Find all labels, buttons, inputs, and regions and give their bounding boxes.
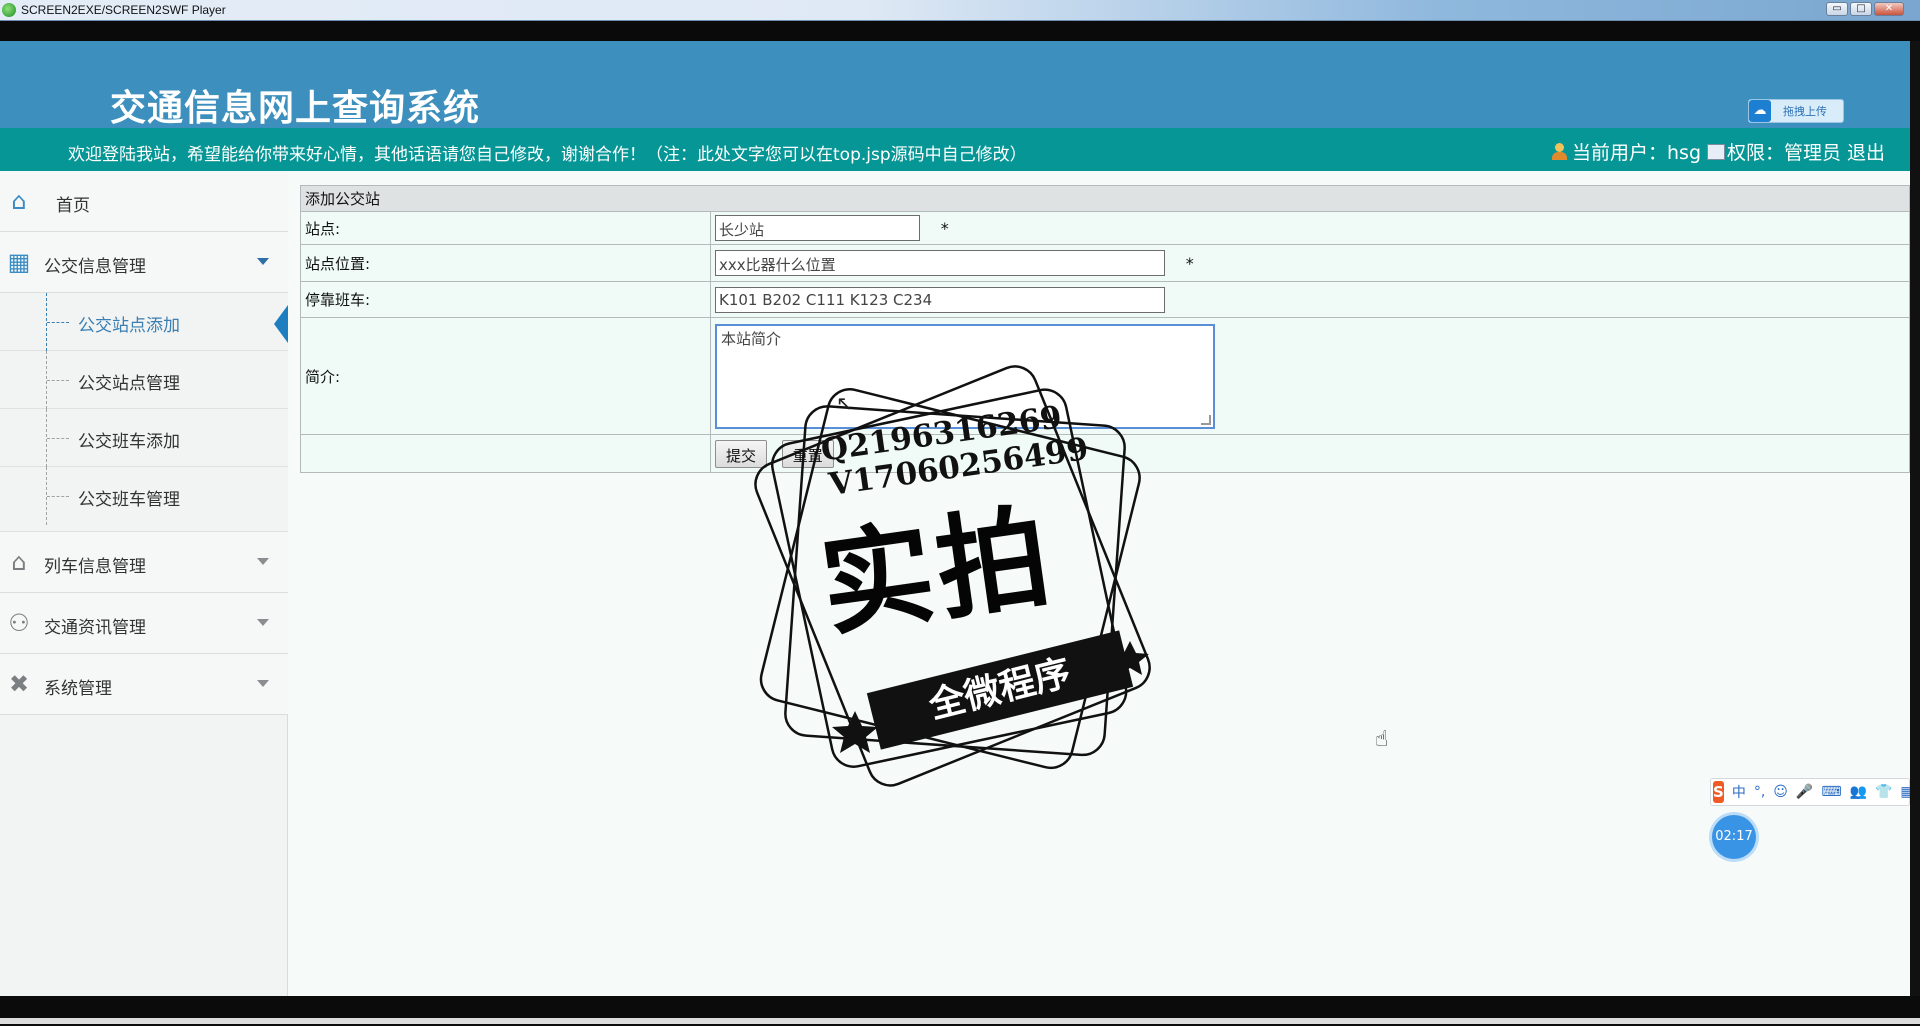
empty-cell — [300, 434, 711, 473]
ime-toolbar[interactable]: S 中 °, ☺ 🎤 ⌨ 👥 👕 ▦ — [1710, 778, 1914, 806]
app-viewport: 交通信息网上查询系统 欢迎登陆我站，希望能给你带来好心情，其他话语请您自己修改，… — [0, 41, 1910, 996]
player-frame-bottom — [0, 996, 1920, 1026]
sidebar-group-news[interactable]: ⚇ 交通资讯管理 — [0, 593, 288, 654]
minimize-button[interactable]: ▭ — [1826, 2, 1848, 16]
tree-branch — [47, 438, 69, 439]
sidebar-item-label: 公交班车添加 — [78, 432, 180, 452]
form-caption: 添加公交站 — [300, 185, 1910, 212]
player-app-icon — [2, 3, 16, 17]
main-content: 添加公交站 站点: 长少站 * 站点位置: xxx比器什么位置 * 停靠班车: — [288, 171, 1910, 996]
user-icon — [1550, 142, 1570, 161]
required-mark: * — [940, 218, 949, 238]
add-bus-station-form: 添加公交站 站点: 长少站 * 站点位置: xxx比器什么位置 * 停靠班车: — [300, 185, 1910, 473]
welcome-notice: 欢迎登陆我站，希望能给你带来好心情，其他话语请您自己修改，谢谢合作！（注：此处文… — [68, 145, 1027, 165]
sogou-logo-icon: S — [1713, 781, 1724, 803]
mouse-cursor-icon: ↖ — [836, 391, 853, 415]
chevron-down-icon — [257, 680, 269, 687]
close-button[interactable]: ✕ — [1874, 2, 1904, 16]
user-area: 当前用户：hsg 权限：管理员 退出 — [1550, 138, 1885, 165]
active-indicator — [274, 305, 288, 343]
sidebar-item-label: 公交站点添加 — [78, 316, 180, 336]
keyboard-icon[interactable]: ⌨ — [1821, 784, 1841, 800]
skin-icon[interactable]: 👕 — [1875, 784, 1892, 800]
sidebar-group-train[interactable]: ⌂ 列车信息管理 — [0, 532, 288, 593]
player-progress-track[interactable] — [0, 1018, 1920, 1024]
maximize-button[interactable]: □ — [1850, 2, 1872, 16]
wrench-icon: ✖ — [8, 670, 30, 698]
reset-button[interactable]: 重置 — [781, 439, 834, 468]
sidebar-item-bus-station-add[interactable]: 公交站点添加 — [0, 293, 288, 351]
home-icon: ⌂ — [11, 187, 27, 215]
emoji-icon[interactable]: ☺ — [1773, 784, 1788, 800]
sidebar-group-label: 公交信息管理 — [44, 257, 146, 277]
sidebar-group-label: 系统管理 — [44, 679, 112, 699]
notice-bar: 欢迎登陆我站，希望能给你带来好心情，其他话语请您自己修改，谢谢合作！（注：此处文… — [0, 128, 1910, 171]
house-icon: ⌂ — [11, 548, 27, 576]
sidebar-group-label: 列车信息管理 — [44, 557, 146, 577]
sidebar: ⌂ 首页 ▦ 公交信息管理 公交站点添加 公交站点管理 公交班车添加 公交班车管… — [0, 171, 288, 996]
tree-branch — [47, 380, 69, 381]
station-input[interactable]: 长少站 — [715, 215, 920, 241]
users-icon[interactable]: 👥 — [1850, 784, 1867, 800]
sidebar-item-label: 公交班车管理 — [78, 490, 180, 510]
player-titlebar: SCREEN2EXE/SCREEN2SWF Player ▭ □ ✕ — [0, 0, 1920, 21]
users-icon: ⚇ — [8, 609, 30, 637]
intro-label: 简介: — [300, 317, 711, 435]
ime-lang[interactable]: 中 — [1732, 782, 1746, 802]
current-user: 当前用户：hsg — [1572, 142, 1702, 164]
role-icon — [1707, 143, 1726, 160]
sidebar-item-label: 公交站点管理 — [78, 374, 180, 394]
drag-upload-widget[interactable]: ☁ 拖拽上传 — [1748, 99, 1844, 123]
microphone-icon[interactable]: 🎤 — [1796, 784, 1813, 800]
user-role: 权限：管理员 — [1727, 142, 1842, 164]
player-title: SCREEN2EXE/SCREEN2SWF Player — [21, 3, 226, 17]
sidebar-group-system[interactable]: ✖ 系统管理 — [0, 654, 288, 715]
grid-icon: ▦ — [7, 248, 31, 276]
buses-input[interactable]: K101 B202 C111 K123 C234 — [715, 286, 1165, 313]
sidebar-group-label: 交通资讯管理 — [44, 618, 146, 638]
system-title: 交通信息网上查询系统 — [110, 88, 481, 129]
sidebar-group-bus[interactable]: ▦ 公交信息管理 — [0, 232, 288, 293]
sidebar-item-bus-manage[interactable]: 公交班车管理 — [0, 467, 288, 532]
cloud-icon: ☁ — [1749, 100, 1771, 122]
tree-branch — [47, 322, 69, 323]
sidebar-item-bus-add[interactable]: 公交班车添加 — [0, 409, 288, 467]
required-mark: * — [1185, 253, 1194, 273]
tree-branch — [47, 496, 69, 497]
submit-button[interactable]: 提交 — [715, 439, 768, 468]
location-label: 站点位置: — [300, 244, 711, 282]
sidebar-item-home[interactable]: ⌂ 首页 — [0, 171, 288, 232]
sidebar-item-label: 首页 — [56, 196, 90, 216]
chevron-down-icon — [257, 619, 269, 626]
upload-label: 拖拽上传 — [1783, 105, 1827, 118]
station-label: 站点: — [300, 211, 711, 245]
buses-label: 停靠班车: — [300, 281, 711, 318]
hand-cursor-icon: ☝ — [1375, 727, 1389, 752]
player-frame-right — [1910, 41, 1920, 996]
sidebar-item-bus-station-manage[interactable]: 公交站点管理 — [0, 351, 288, 409]
player-frame-top — [0, 21, 1920, 41]
site-header: 交通信息网上查询系统 — [0, 41, 1910, 129]
location-input[interactable]: xxx比器什么位置 — [715, 250, 1165, 276]
logout-link[interactable]: 退出 — [1847, 138, 1885, 165]
recording-timer[interactable]: 02:17 — [1712, 815, 1756, 859]
chevron-down-icon — [257, 558, 269, 565]
chevron-down-icon — [257, 258, 269, 265]
ime-punct[interactable]: °, — [1754, 784, 1765, 800]
intro-textarea[interactable]: 本站简介 — [715, 323, 1215, 429]
